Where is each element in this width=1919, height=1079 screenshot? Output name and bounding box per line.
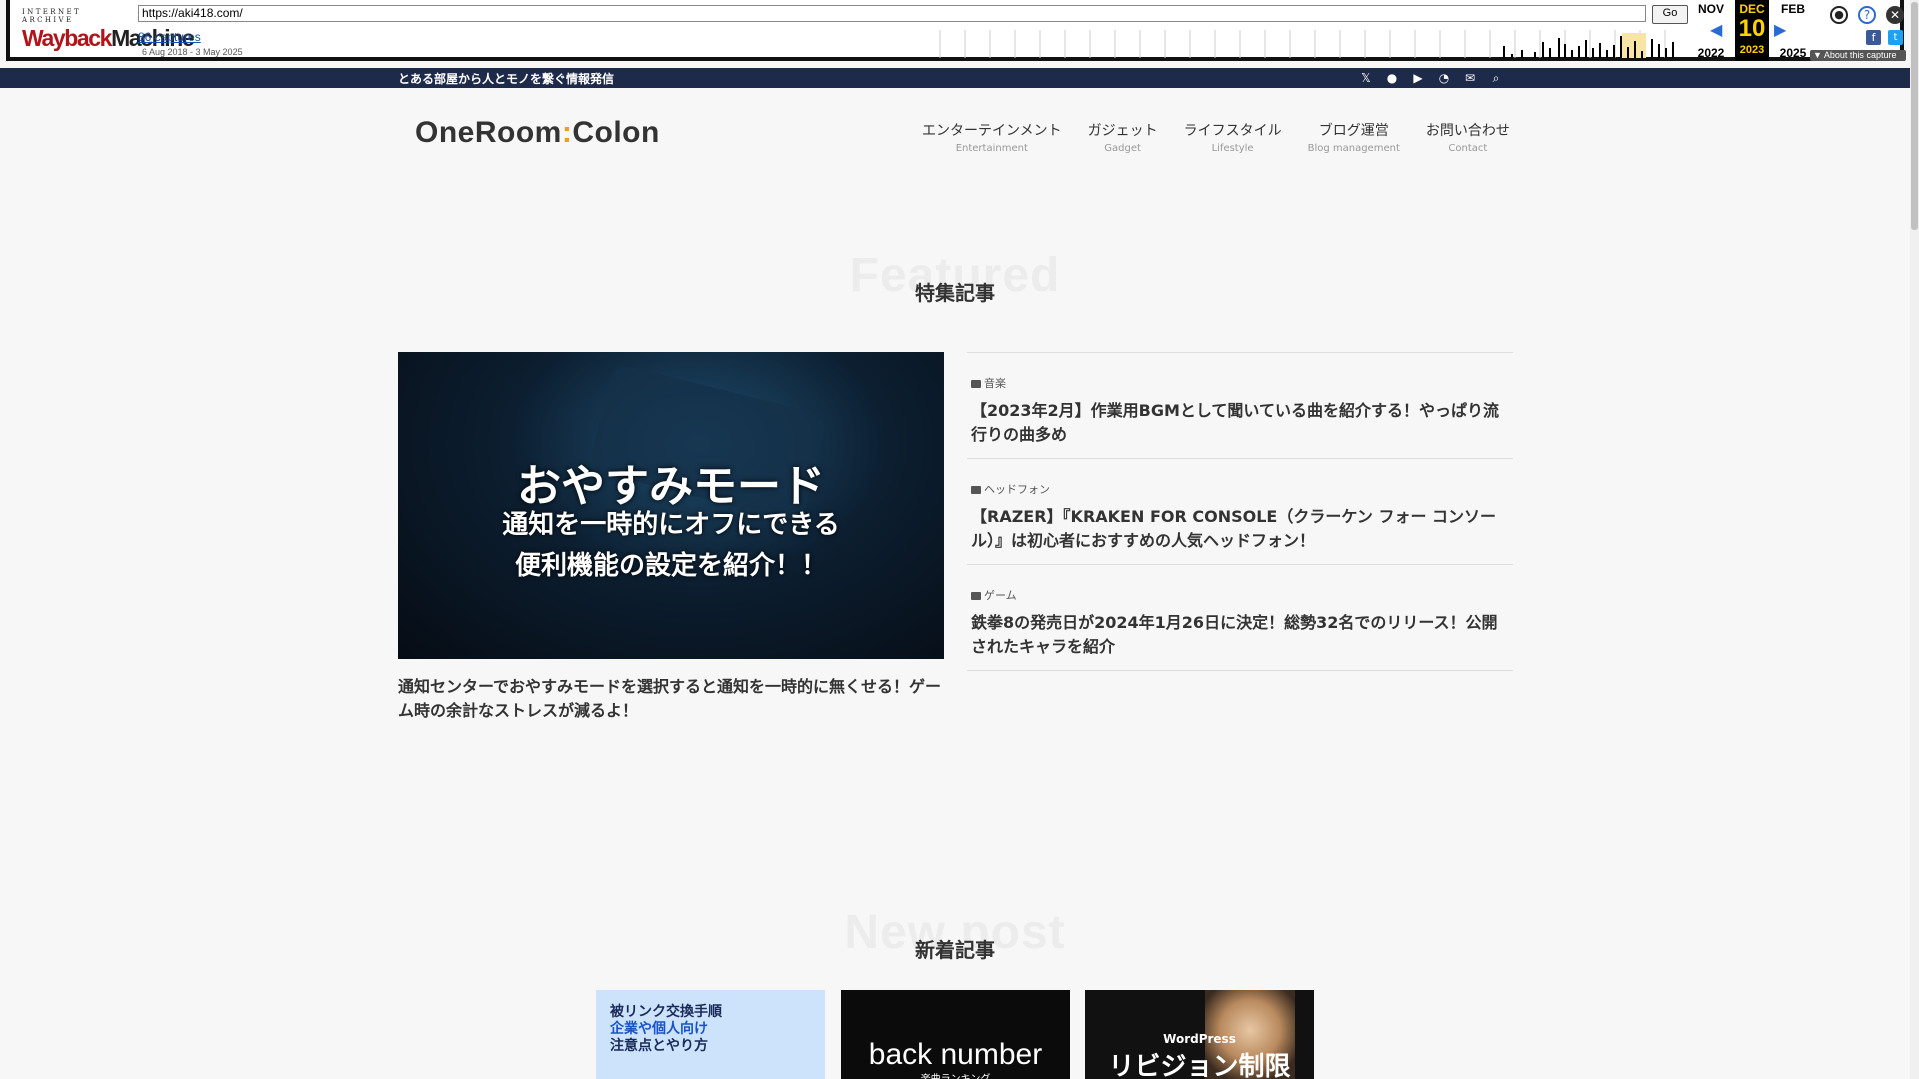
category-label: ゲーム: [971, 587, 1509, 603]
search-icon[interactable]: ⌕: [1488, 70, 1504, 86]
wayback-logo-wordmark: WaybackMachine: [22, 25, 195, 51]
wayback-current-year: 2023: [1739, 44, 1765, 56]
wayback-next-arrow-icon[interactable]: ▶: [1774, 20, 1786, 39]
newpost-card[interactable]: 被リンク交換手順 企業や個人向け 注意点とやり方: [596, 990, 825, 1079]
newpost-card[interactable]: back number 楽曲ランキング: [841, 990, 1070, 1079]
site-tagline: とある部屋から人とモノを繋ぐ情報発信: [398, 72, 615, 86]
wayback-current-month: DEC: [1739, 2, 1765, 16]
article-title[interactable]: 鉄拳8の発売日が2024年1月26日に決定！総勢32名でのリリース！公開されたキ…: [971, 611, 1509, 659]
wayback-url-input[interactable]: https://aki418.com/: [138, 5, 1646, 22]
category-label: ヘッドフォン: [971, 481, 1509, 497]
twitter-icon[interactable]: t: [1888, 30, 1903, 45]
nav-item-blog-management[interactable]: ブログ運営 Blog management: [1308, 120, 1400, 154]
folder-icon: [971, 486, 981, 494]
wayback-captures-link[interactable]: 86 captures: [138, 30, 201, 44]
wayback-prev-year[interactable]: 2022: [1690, 46, 1732, 60]
mail-icon[interactable]: ✉: [1462, 70, 1478, 86]
featured-main-title[interactable]: 通知センターでおやすみモードを選択すると通知を一時的に無くせる！ゲーム時の余計な…: [398, 675, 944, 723]
page-scrollbar[interactable]: [1910, 0, 1919, 1079]
wayback-capture-range: 6 Aug 2018 - 3 May 2025: [142, 47, 243, 57]
featured-heading: Featured 特集記事: [0, 248, 1910, 305]
user-icon[interactable]: ●: [1830, 6, 1848, 24]
wayback-capture-sparkline[interactable]: [932, 28, 1684, 58]
nav-item-lifestyle[interactable]: ライフスタイル Lifestyle: [1184, 120, 1282, 154]
youtube-icon[interactable]: ▶: [1410, 70, 1426, 86]
wayback-next-year[interactable]: 2025: [1772, 46, 1814, 60]
site-logo[interactable]: OneRoom:Colon: [415, 116, 660, 150]
close-icon[interactable]: ✕: [1886, 6, 1904, 24]
list-item[interactable]: ヘッドフォン 【RAZER】『KRAKEN FOR CONSOLE（クラーケン …: [967, 459, 1513, 565]
folder-icon: [971, 592, 981, 600]
wayback-logo-top: INTERNET ARCHIVE: [22, 8, 82, 24]
article-title[interactable]: 【2023年2月】作業用BGMとして聞いている曲を紹介する！やっぱり流行りの曲多…: [971, 399, 1509, 447]
wayback-about-capture[interactable]: ▼ About this capture: [1810, 50, 1906, 61]
rss-icon[interactable]: ◔: [1436, 70, 1452, 86]
x-icon[interactable]: 𝕏: [1358, 70, 1374, 86]
wayback-toolbar: INTERNET ARCHIVE WaybackMachine https://…: [6, 0, 1906, 61]
list-item[interactable]: ゲーム 鉄拳8の発売日が2024年1月26日に決定！総勢32名でのリリース！公開…: [967, 565, 1513, 671]
wayback-logo[interactable]: INTERNET ARCHIVE WaybackMachine: [22, 8, 195, 52]
newpost-title: 新着記事: [915, 938, 995, 962]
newpost-heading: New post 新着記事: [0, 905, 1910, 962]
wayback-next-month[interactable]: FEB: [1772, 2, 1814, 16]
facebook-icon[interactable]: f: [1866, 30, 1881, 45]
newpost-card[interactable]: WordPress リビジョン制限: [1085, 990, 1314, 1079]
featured-list: 音楽 【2023年2月】作業用BGMとして聞いている曲を紹介する！やっぱり流行り…: [967, 352, 1513, 671]
help-icon[interactable]: ?: [1858, 6, 1876, 24]
wayback-current-date: DEC 10 2023: [1735, 0, 1769, 61]
scrollbar-thumb[interactable]: [1911, 2, 1918, 230]
featured-main-thumbnail[interactable]: おやすみモード 通知を一時的にオフにできる 便利機能の設定を紹介！！: [398, 352, 944, 659]
category-label: 音楽: [971, 375, 1509, 391]
nav-item-gadget[interactable]: ガジェット Gadget: [1088, 120, 1158, 154]
wayback-prev-month[interactable]: NOV: [1690, 2, 1732, 16]
folder-icon: [971, 380, 981, 388]
wayback-go-button[interactable]: Go: [1652, 5, 1688, 24]
site-top-bar: とある部屋から人とモノを繋ぐ情報発信 𝕏 ● ▶ ◔ ✉ ⌕: [0, 68, 1910, 88]
sns-links: 𝕏 ● ▶ ◔ ✉ ⌕: [1358, 70, 1504, 86]
featured-title: 特集記事: [915, 281, 995, 305]
wayback-current-day: 10: [1738, 15, 1766, 42]
nav-item-entertainment[interactable]: エンターテインメント Entertainment: [922, 120, 1062, 154]
wayback-calendar-nav: NOV ◀ 2022 DEC 10 2023 FEB ▶ 2025: [1690, 0, 1825, 61]
article-title[interactable]: 【RAZER】『KRAKEN FOR CONSOLE（クラーケン フォー コンソ…: [971, 505, 1509, 553]
pinterest-icon[interactable]: ●: [1384, 70, 1400, 86]
wayback-prev-arrow-icon[interactable]: ◀: [1710, 20, 1722, 39]
list-item[interactable]: 音楽 【2023年2月】作業用BGMとして聞いている曲を紹介する！やっぱり流行り…: [967, 353, 1513, 459]
global-nav: エンターテインメント Entertainment ガジェット Gadget ライフス…: [922, 120, 1536, 154]
nav-item-contact[interactable]: お問い合わせ Contact: [1426, 120, 1510, 154]
